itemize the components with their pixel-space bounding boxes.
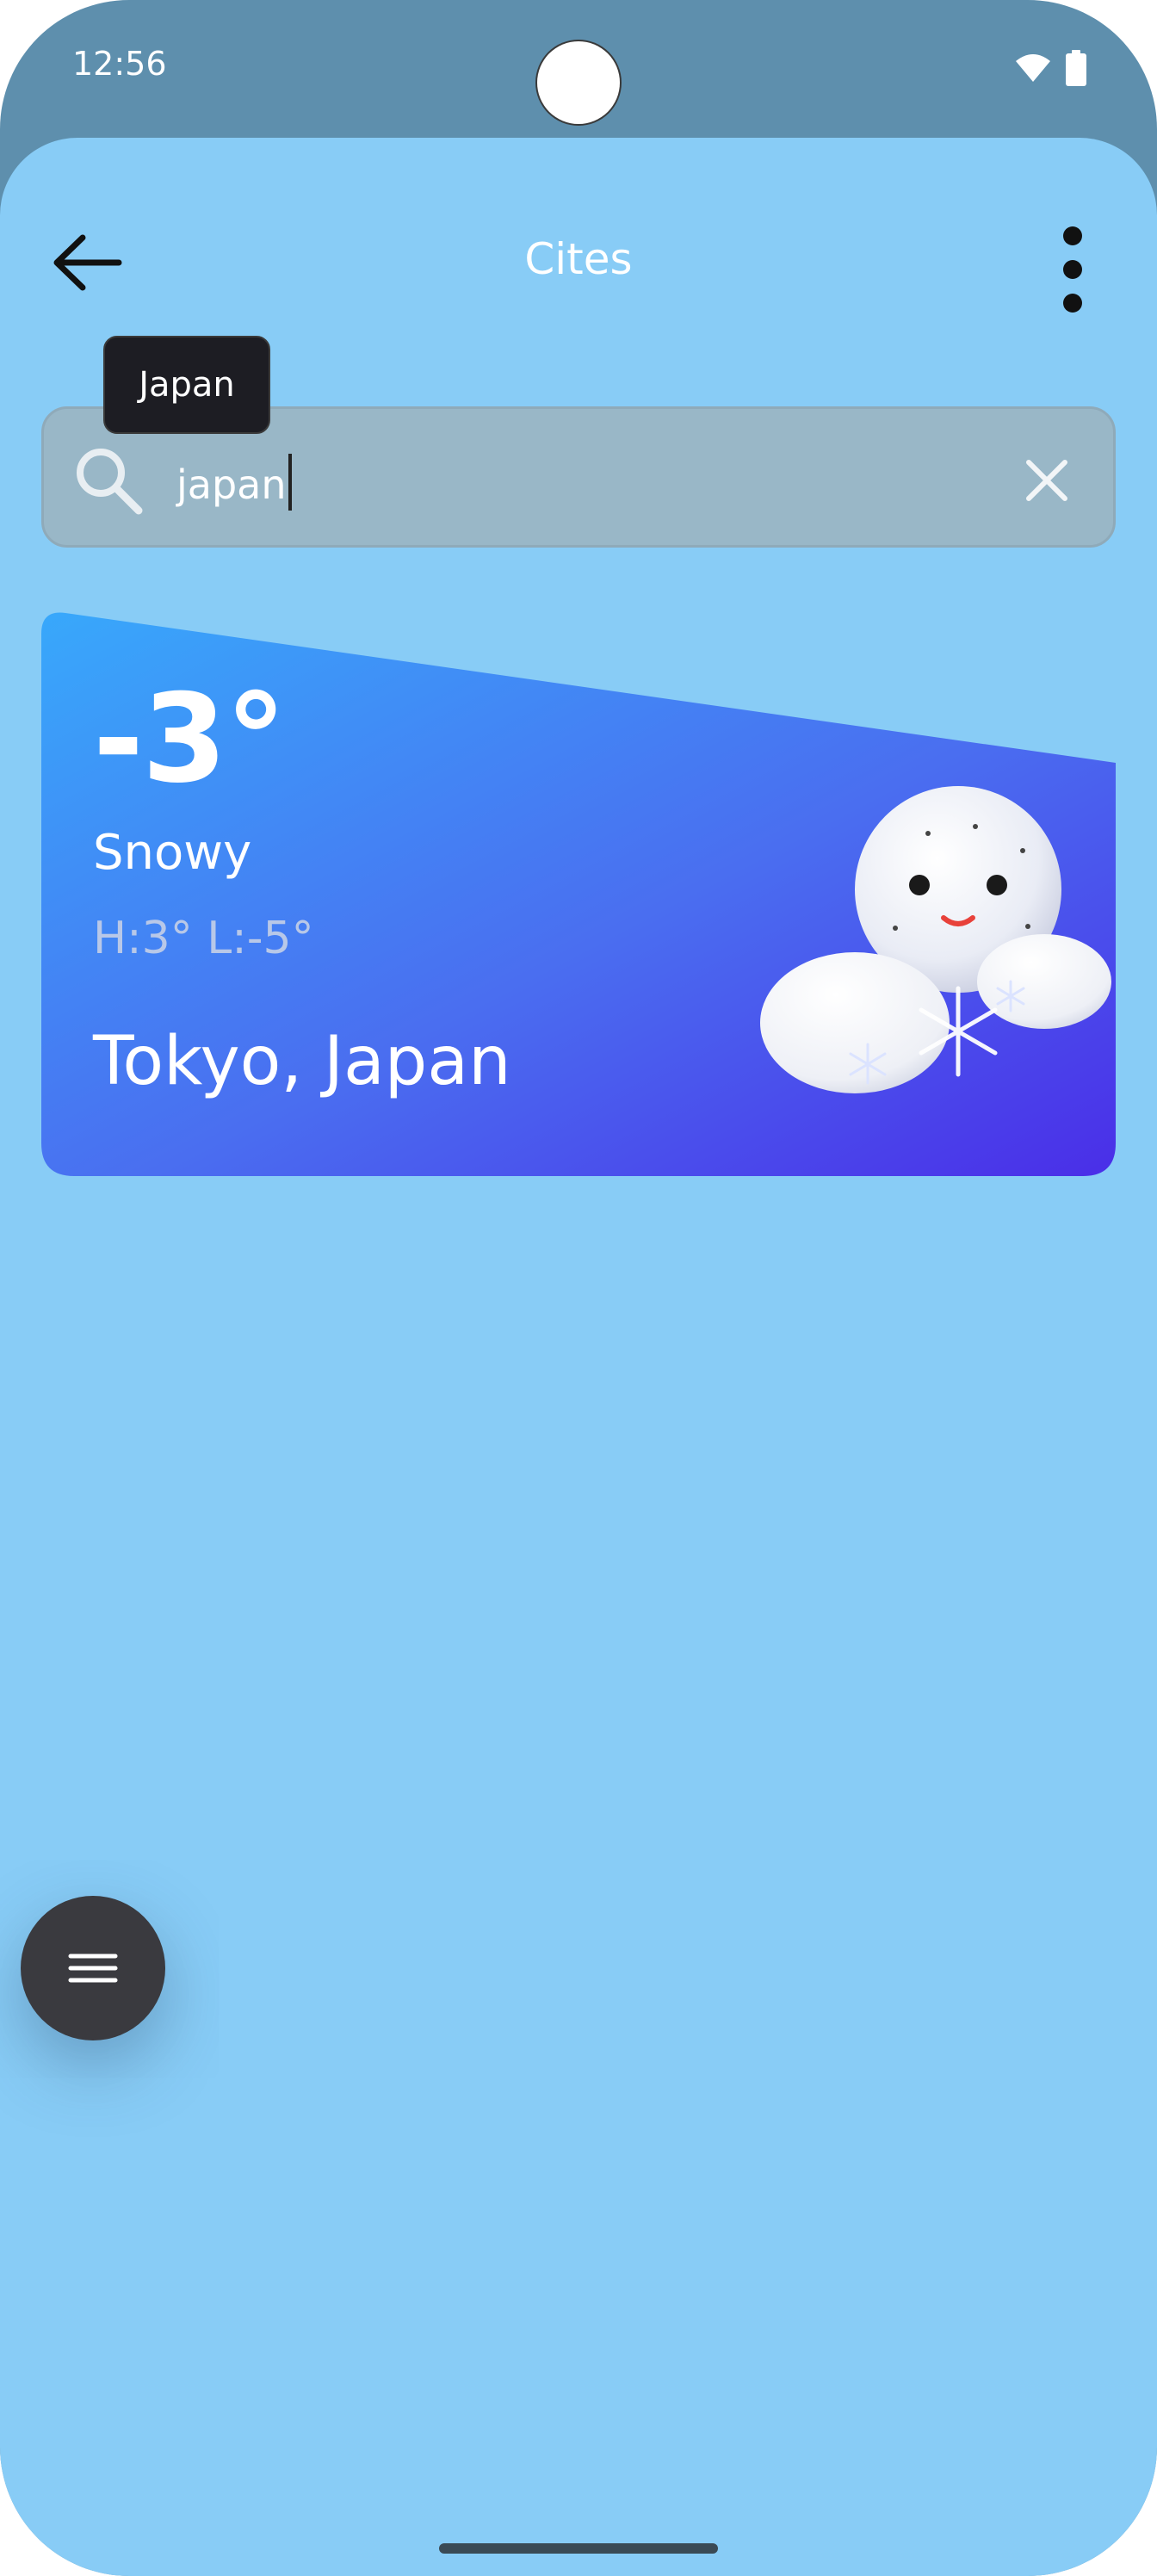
menu-fab-button[interactable] [21, 1896, 165, 2040]
more-options-button[interactable] [1038, 222, 1107, 317]
page-title: Cites [524, 234, 633, 284]
city-name: Tokyo, Japan [93, 1023, 511, 1100]
search-suggestion-tooltip[interactable]: Japan [103, 336, 270, 434]
search-icon [70, 442, 147, 519]
status-bar: 12:56 [0, 0, 1157, 138]
more-vert-icon [1063, 226, 1082, 313]
status-time: 12:56 [72, 45, 167, 83]
camera-cutout [537, 41, 620, 124]
status-icons [1014, 50, 1086, 86]
close-icon [1026, 460, 1067, 501]
app-screen: Cites japan Japan -3° Snowy H:3° L:-5° T… [0, 138, 1157, 2576]
weather-card[interactable]: -3° Snowy H:3° L:-5° Tokyo, Japan [41, 610, 1116, 1176]
battery-icon [1066, 50, 1086, 86]
high-low-temperature: H:3° L:-5° [93, 913, 314, 964]
search-input[interactable]: japan [176, 454, 292, 511]
temperature: -3° [93, 668, 287, 810]
home-indicator[interactable] [439, 2543, 718, 2554]
wifi-icon [1016, 54, 1050, 82]
weather-condition: Snowy [93, 825, 252, 881]
app-bar: Cites [0, 138, 1157, 313]
clear-search-button[interactable] [1017, 450, 1077, 511]
search-input-value: japan [176, 461, 287, 508]
device-frame: 12:56 Cites japan Japan -3° Snowy H:3° L… [0, 0, 1157, 2576]
menu-icon [68, 1954, 118, 1983]
text-caret [288, 454, 292, 511]
snowy-cloud-icon [760, 786, 1111, 1093]
